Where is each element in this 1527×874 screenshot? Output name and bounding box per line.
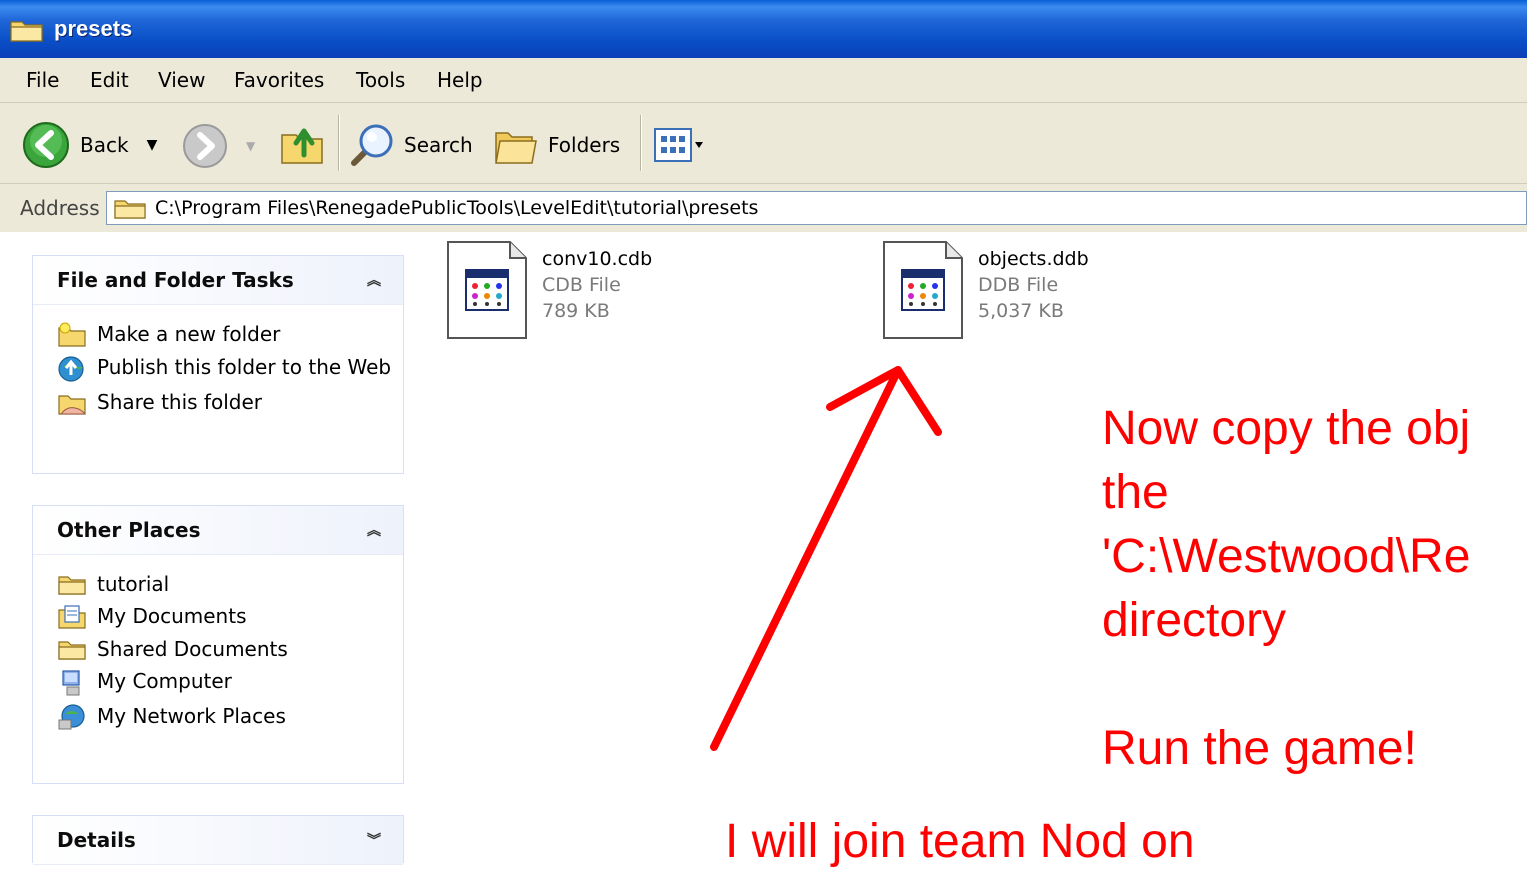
annotation-line: Run the game!: [1102, 722, 1417, 775]
collapse-icon[interactable]: ︽: [367, 520, 381, 540]
panel-title: Details: [57, 828, 136, 852]
collapse-icon[interactable]: ︽: [367, 270, 381, 290]
expand-icon[interactable]: ︾: [367, 830, 381, 850]
back-dropdown-icon[interactable]: ▼: [147, 137, 158, 153]
task-share-folder[interactable]: Share this folder: [57, 389, 393, 416]
my-documents-icon: [58, 605, 86, 629]
other-places-panel: Other Places ︽ tutorial My Documents Sha…: [32, 505, 404, 784]
search-button[interactable]: Search: [348, 121, 473, 169]
place-label: tutorial: [97, 572, 170, 596]
place-shared-documents[interactable]: Shared Documents: [57, 636, 393, 662]
folders-icon: [495, 132, 537, 164]
title-bar: presets: [0, 0, 1527, 58]
file-item[interactable]: conv10.cdb CDB File 789 KB: [446, 240, 652, 340]
task-make-folder[interactable]: Make a new folder: [57, 321, 393, 348]
views-icon: [654, 128, 703, 162]
panel-header[interactable]: Other Places ︽: [33, 506, 403, 555]
place-label: My Documents: [97, 604, 247, 628]
database-file-icon: [883, 241, 963, 339]
place-my-documents[interactable]: My Documents: [57, 603, 393, 630]
place-my-computer[interactable]: My Computer: [57, 668, 393, 697]
toolbar-separator: [338, 115, 339, 171]
file-folder-tasks-panel: File and Folder Tasks ︽ Make a new folde…: [32, 255, 404, 474]
toolbar: Back ▼ ▼ Search Folders: [0, 103, 1527, 184]
folder-icon: [58, 576, 86, 595]
place-label: My Network Places: [97, 704, 286, 728]
task-label: Share this folder: [97, 390, 262, 414]
annotation-line: directory: [1102, 594, 1287, 647]
back-button[interactable]: Back ▼: [22, 121, 157, 169]
address-input[interactable]: C:\Program Files\RenegadePublicTools\Lev…: [106, 191, 1527, 225]
annotation-line: 'C:\Westwood\Re: [1102, 530, 1471, 583]
share-folder-icon: [58, 395, 87, 415]
menu-file[interactable]: File: [26, 68, 59, 92]
annotation-line: the: [1102, 466, 1169, 519]
forward-button[interactable]: ▼: [182, 123, 255, 169]
address-label: Address: [20, 196, 100, 220]
annotation-arrow: [710, 366, 942, 751]
annotation-text: Now copy the obj the 'C:\Westwood\Re dir…: [1102, 397, 1470, 781]
menu-help[interactable]: Help: [437, 68, 483, 92]
task-label: Make a new folder: [97, 322, 281, 346]
folders-label: Folders: [548, 133, 621, 157]
task-label: Publish this folder to the Web: [97, 355, 392, 379]
views-button[interactable]: [654, 127, 704, 163]
file-type: DDB File: [978, 274, 1059, 296]
folders-button[interactable]: Folders: [494, 123, 620, 167]
new-folder-icon: [58, 322, 86, 347]
address-path: C:\Program Files\RenegadePublicTools\Lev…: [155, 197, 759, 219]
folder-icon: [10, 21, 43, 42]
file-item[interactable]: objects.ddb DDB File 5,037 KB: [882, 240, 1089, 340]
back-label: Back: [80, 133, 129, 157]
back-arrow-icon: [23, 122, 69, 168]
place-tutorial[interactable]: tutorial: [57, 571, 393, 597]
search-icon: [351, 124, 393, 166]
annotation-line: Now copy the obj: [1102, 402, 1471, 455]
place-my-network-places[interactable]: My Network Places: [57, 703, 393, 732]
menu-bar: File Edit View Favorites Tools Help: [0, 58, 1527, 103]
annotation-bottom-text: I will join team Nod on: [725, 815, 1195, 868]
folder-icon: [58, 641, 86, 660]
search-label: Search: [404, 133, 473, 157]
my-computer-icon: [62, 670, 80, 696]
place-label: Shared Documents: [97, 637, 288, 661]
content-area: File and Folder Tasks ︽ Make a new folde…: [0, 232, 1527, 868]
file-size: 5,037 KB: [978, 300, 1064, 322]
task-pane: File and Folder Tasks ︽ Make a new folde…: [0, 232, 420, 865]
panel-title: Other Places: [57, 518, 201, 542]
menu-favorites[interactable]: Favorites: [234, 68, 324, 92]
publish-web-icon: [58, 356, 84, 382]
forward-arrow-icon: [183, 124, 227, 168]
folder-icon: [114, 200, 146, 219]
address-bar: Address C:\Program Files\RenegadePublicT…: [0, 184, 1527, 232]
panel-header[interactable]: Details ︾: [33, 816, 403, 865]
forward-dropdown-icon[interactable]: ▼: [246, 139, 255, 153]
database-file-icon: [447, 241, 527, 339]
file-size: 789 KB: [542, 300, 610, 322]
up-folder-button[interactable]: [280, 121, 326, 167]
task-publish-web[interactable]: Publish this folder to the Web: [57, 354, 393, 383]
menu-tools[interactable]: Tools: [356, 68, 405, 92]
file-type: CDB File: [542, 274, 621, 296]
menu-edit[interactable]: Edit: [90, 68, 129, 92]
file-name: objects.ddb: [978, 248, 1089, 270]
file-name: conv10.cdb: [542, 248, 653, 270]
annotation-spacer: [1102, 653, 1470, 717]
panel-title: File and Folder Tasks: [57, 268, 294, 292]
toolbar-separator: [640, 115, 641, 171]
menu-view[interactable]: View: [158, 68, 205, 92]
network-places-icon: [58, 704, 85, 730]
panel-header[interactable]: File and Folder Tasks ︽: [33, 256, 403, 305]
up-folder-icon: [281, 128, 323, 164]
window-title: presets: [54, 16, 133, 41]
place-label: My Computer: [97, 669, 232, 693]
